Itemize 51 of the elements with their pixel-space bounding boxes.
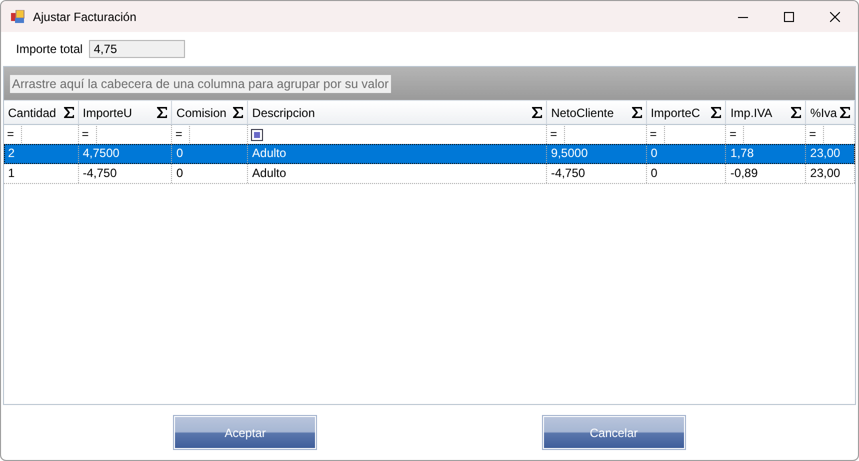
column-header[interactable]: Comision <box>172 100 248 125</box>
sum-icon[interactable] <box>233 107 244 118</box>
sum-icon[interactable] <box>791 107 802 118</box>
table-cell: 1,78 <box>726 144 806 163</box>
sum-icon[interactable] <box>64 107 74 118</box>
filter-operator[interactable]: = <box>550 126 566 143</box>
column-header[interactable]: ImporteC <box>646 100 726 125</box>
sum-icon[interactable] <box>632 107 642 118</box>
close-icon[interactable] <box>830 12 840 22</box>
table-cell: 0 <box>646 144 726 163</box>
filter-operator[interactable]: = <box>650 126 665 143</box>
sum-icon[interactable] <box>157 107 168 118</box>
table-cell: 1 <box>4 164 79 183</box>
app-icon <box>11 10 25 24</box>
accept-button[interactable]: Aceptar <box>173 415 318 450</box>
table-cell: 9,5000 <box>547 144 647 163</box>
maximize-icon[interactable] <box>784 12 794 22</box>
table-cell: 0 <box>646 164 726 183</box>
column-header[interactable]: Cantidad <box>4 100 79 125</box>
table-cell: Adulto <box>248 144 548 163</box>
filter-operator[interactable]: = <box>82 126 97 143</box>
sum-icon[interactable] <box>840 107 850 118</box>
table-cell: -4,750 <box>547 164 647 183</box>
table-cell: 23,00 <box>806 164 855 183</box>
filter-operator[interactable]: = <box>729 126 744 143</box>
filter-operator[interactable]: = <box>809 126 824 143</box>
filter-checkbox[interactable] <box>251 128 264 140</box>
grid-row[interactable]: 1 -4,750 0 Adulto -4,750 0 -0,89 23,00 <box>4 164 855 184</box>
column-header[interactable]: %Iva <box>806 100 856 125</box>
table-cell: 23,00 <box>806 144 855 163</box>
table-cell: -4,750 <box>78 164 172 183</box>
total-field[interactable]: 4,75 <box>88 40 185 58</box>
cancel-button[interactable]: Cancelar <box>542 415 686 450</box>
column-header[interactable]: Imp.IVA <box>726 100 806 125</box>
table-cell: 4,7500 <box>78 144 172 163</box>
table-cell: 0 <box>172 144 248 163</box>
filter-operator[interactable]: = <box>7 126 22 143</box>
table-cell: 0 <box>172 164 248 183</box>
filter-operator[interactable]: = <box>175 126 190 143</box>
table-cell: 2 <box>4 144 79 163</box>
group-hint: Arrastre aquí la cabecera de una columna para agrupar por su valor <box>10 74 391 92</box>
column-header[interactable]: NetoCliente <box>547 100 647 125</box>
column-header[interactable]: ImporteU <box>78 100 172 125</box>
table-cell: -0,89 <box>726 164 806 183</box>
sum-icon[interactable] <box>711 107 722 118</box>
column-header[interactable]: Descripcion <box>248 100 548 125</box>
window-title: Ajustar Facturación <box>33 10 136 24</box>
sum-icon[interactable] <box>532 107 542 118</box>
total-label: Importe total <box>16 42 83 56</box>
grid-row[interactable]: 2 4,7500 0 Adulto 9,5000 0 1,78 23,00 <box>4 144 855 164</box>
table-cell: Adulto <box>248 164 548 183</box>
